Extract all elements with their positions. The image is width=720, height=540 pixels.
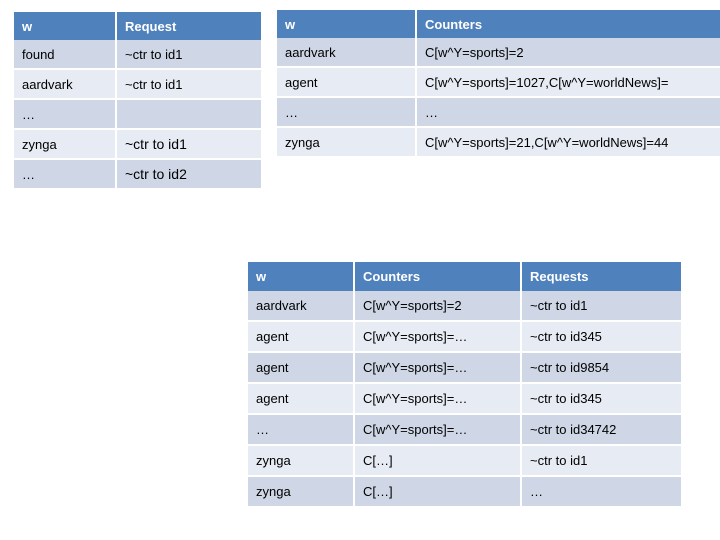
cell-w: found — [14, 40, 117, 70]
cell-counters: … — [417, 98, 720, 128]
table-row: zynga ~ctr to id1 — [14, 130, 261, 160]
table-row: … C[w^Y=sports]=… ~ctr to id34742 — [248, 415, 681, 446]
cell-request — [117, 100, 261, 130]
word-counters-table: w Counters aardvark C[w^Y=sports]=2 agen… — [277, 10, 720, 156]
cell-counters: C[w^Y=sports]=… — [355, 384, 522, 415]
table-row: aardvark C[w^Y=sports]=2 — [277, 38, 720, 68]
cell-requests: ~ctr to id345 — [522, 322, 681, 353]
table-row: agent C[w^Y=sports]=… ~ctr to id345 — [248, 384, 681, 415]
word-request-table: w Request found ~ctr to id1 aardvark ~ct… — [14, 12, 261, 188]
cell-w: agent — [277, 68, 417, 98]
cell-w: zynga — [248, 477, 355, 506]
cell-counters: C[w^Y=sports]=2 — [417, 38, 720, 68]
cell-request: ~ctr to id1 — [117, 40, 261, 70]
column-header-request: Request — [117, 12, 261, 40]
table-row: zynga C[w^Y=sports]=21,C[w^Y=worldNews]=… — [277, 128, 720, 156]
cell-requests: ~ctr to id9854 — [522, 353, 681, 384]
cell-requests: … — [522, 477, 681, 506]
table-header-row: w Request — [14, 12, 261, 40]
cell-requests: ~ctr to id34742 — [522, 415, 681, 446]
table-row: … … — [277, 98, 720, 128]
column-header-requests: Requests — [522, 262, 681, 291]
cell-w: zynga — [14, 130, 117, 160]
cell-w: aardvark — [248, 291, 355, 322]
cell-requests: ~ctr to id1 — [522, 446, 681, 477]
cell-requests: ~ctr to id345 — [522, 384, 681, 415]
table-row: … ~ctr to id2 — [14, 160, 261, 188]
cell-w: aardvark — [14, 70, 117, 100]
table-row: found ~ctr to id1 — [14, 40, 261, 70]
cell-counters: C[w^Y=sports]=… — [355, 415, 522, 446]
cell-w: aardvark — [277, 38, 417, 68]
table-row: zynga C[…] ~ctr to id1 — [248, 446, 681, 477]
cell-counters: C[w^Y=sports]=21,C[w^Y=worldNews]=44 — [417, 128, 720, 156]
column-header-counters: Counters — [417, 10, 720, 38]
cell-w: … — [277, 98, 417, 128]
cell-request: ~ctr to id1 — [117, 130, 261, 160]
cell-w: … — [14, 100, 117, 130]
column-header-w: w — [14, 12, 117, 40]
cell-counters: C[…] — [355, 477, 522, 506]
column-header-w: w — [277, 10, 417, 38]
table-row: agent C[w^Y=sports]=… ~ctr to id9854 — [248, 353, 681, 384]
table-row: aardvark C[w^Y=sports]=2 ~ctr to id1 — [248, 291, 681, 322]
cell-w: zynga — [277, 128, 417, 156]
cell-w: agent — [248, 384, 355, 415]
cell-w: … — [14, 160, 117, 188]
cell-w: zynga — [248, 446, 355, 477]
table-header-row: w Counters Requests — [248, 262, 681, 291]
cell-w: … — [248, 415, 355, 446]
cell-requests: ~ctr to id1 — [522, 291, 681, 322]
cell-counters: C[w^Y=sports]=1027,C[w^Y=worldNews]= — [417, 68, 720, 98]
table-row: agent C[w^Y=sports]=… ~ctr to id345 — [248, 322, 681, 353]
table-row: zynga C[…] … — [248, 477, 681, 506]
cell-counters: C[w^Y=sports]=2 — [355, 291, 522, 322]
cell-w: agent — [248, 322, 355, 353]
column-header-counters: Counters — [355, 262, 522, 291]
cell-w: agent — [248, 353, 355, 384]
cell-counters: C[…] — [355, 446, 522, 477]
table-row: aardvark ~ctr to id1 — [14, 70, 261, 100]
table-row: agent C[w^Y=sports]=1027,C[w^Y=worldNews… — [277, 68, 720, 98]
word-counters-requests-table: w Counters Requests aardvark C[w^Y=sport… — [248, 262, 681, 506]
column-header-w: w — [248, 262, 355, 291]
table-header-row: w Counters — [277, 10, 720, 38]
cell-request: ~ctr to id1 — [117, 70, 261, 100]
cell-request: ~ctr to id2 — [117, 160, 261, 188]
cell-counters: C[w^Y=sports]=… — [355, 353, 522, 384]
table-row: … — [14, 100, 261, 130]
cell-counters: C[w^Y=sports]=… — [355, 322, 522, 353]
